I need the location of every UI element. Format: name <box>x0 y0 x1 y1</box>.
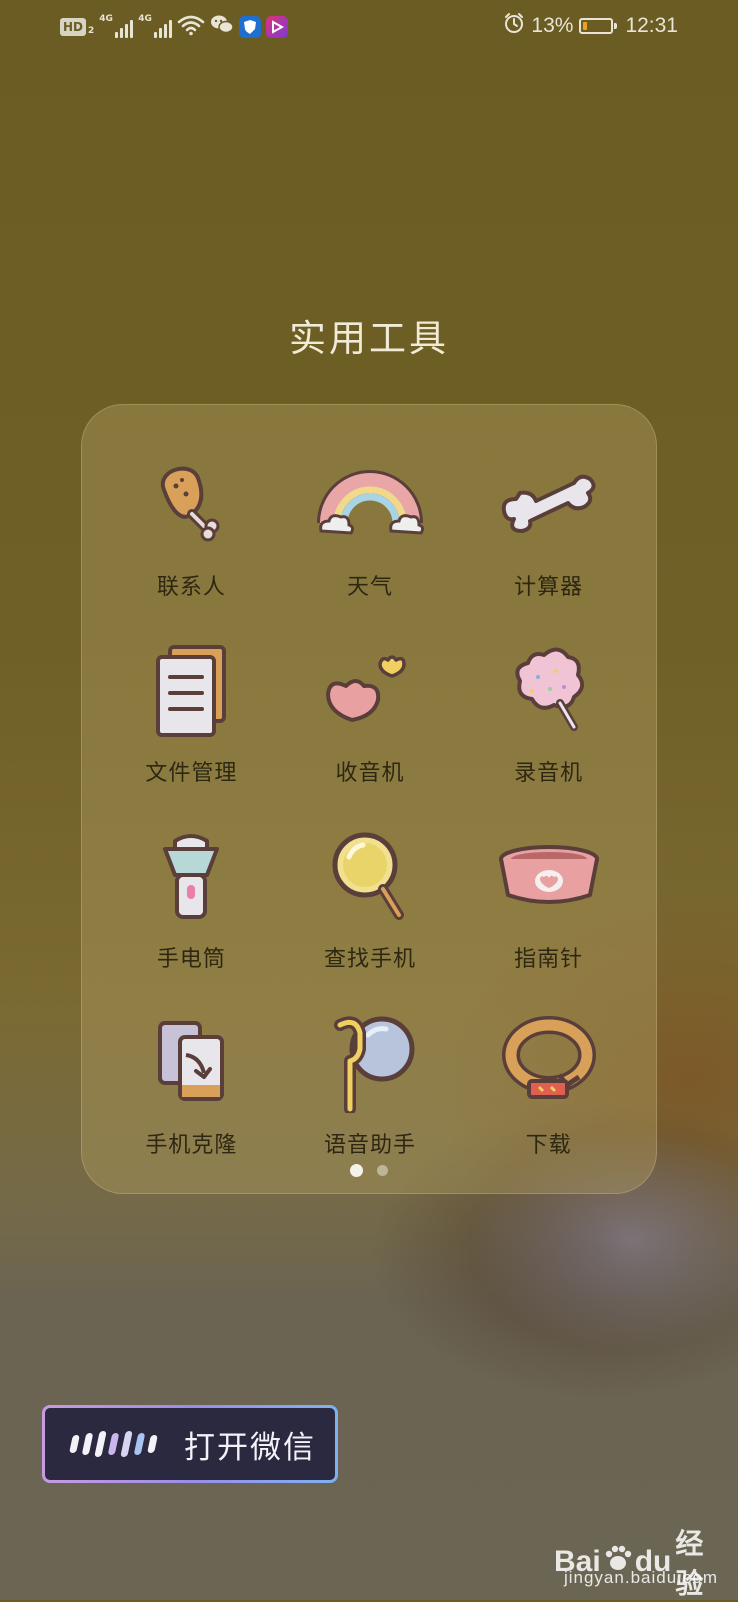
status-bar: HD 2 4G 4G 13% 12:31 <box>0 0 738 56</box>
cotton-candy-icon <box>494 641 604 741</box>
notepad-icon <box>136 641 246 741</box>
page-indicator <box>82 1164 656 1177</box>
voice-wave-icon <box>69 1431 158 1457</box>
hd-label: HD <box>60 18 87 36</box>
video-app-icon <box>266 16 289 38</box>
watermark-brand-cn: 经验 <box>675 1527 704 1600</box>
app-grid: 联系人 天气 计算器 文件管理 收音机 录音机 手电筒 查找手机 指南针 手机克… <box>102 455 638 1199</box>
app-label: 下载 <box>525 1133 572 1158</box>
voice-wave-bar <box>69 1435 80 1453</box>
magnifier-icon <box>315 827 425 927</box>
battery-icon <box>579 18 618 34</box>
app-label: 查找手机 <box>323 947 416 972</box>
baidu-jingyan-watermark: Bai du 经验 jingyan.baidu.com <box>554 1522 724 1600</box>
app-label: 计算器 <box>514 575 584 600</box>
alarm-icon <box>503 12 525 40</box>
clock: 12:31 <box>625 14 678 37</box>
voice-wave-bar <box>94 1431 107 1457</box>
hd-icon: HD 2 <box>60 18 94 36</box>
app-label: 手机克隆 <box>145 1133 238 1158</box>
app-file-manager[interactable]: 文件管理 <box>102 641 281 827</box>
page-dot[interactable] <box>377 1165 388 1176</box>
hd-sub-label: 2 <box>88 26 95 36</box>
app-label: 联系人 <box>156 575 226 600</box>
pet-collar-icon <box>494 1013 604 1113</box>
voice-wave-bar <box>120 1431 133 1457</box>
bone-icon <box>494 455 604 555</box>
wechat-icon <box>210 14 235 40</box>
app-find-phone[interactable]: 查找手机 <box>281 827 460 1013</box>
app-label: 文件管理 <box>145 761 238 786</box>
balloon-icon <box>315 1013 425 1113</box>
wifi-icon <box>177 14 205 40</box>
app-recorder[interactable]: 录音机 <box>459 641 638 827</box>
status-bar-right: 13% 12:31 <box>503 12 678 40</box>
app-weather[interactable]: 天气 <box>281 455 460 641</box>
status-bar-left: HD 2 4G 4G <box>60 14 289 40</box>
network-type-label: 4G <box>138 14 152 24</box>
phone-clone-icon <box>136 1013 246 1113</box>
voice-wave-bar <box>81 1433 94 1455</box>
app-label: 录音机 <box>514 761 584 786</box>
app-label: 收音机 <box>335 761 405 786</box>
pet-bowl-icon <box>494 827 604 927</box>
shield-app-icon <box>239 16 262 38</box>
voice-command-text: 打开微信 <box>184 1429 316 1466</box>
rainbow-icon <box>315 455 425 555</box>
app-radio[interactable]: 收音机 <box>281 641 460 827</box>
app-label: 手电筒 <box>156 947 226 972</box>
app-calculator[interactable]: 计算器 <box>459 455 638 641</box>
watermark-url: jingyan.baidu.com <box>563 1568 718 1587</box>
voice-assistant-toast[interactable]: 打开微信 <box>42 1405 338 1483</box>
voice-wave-bar <box>133 1433 146 1455</box>
app-compass[interactable]: 指南针 <box>459 827 638 1013</box>
folder-title[interactable]: 实用工具 <box>0 308 738 362</box>
folder-panel: 联系人 天气 计算器 文件管理 收音机 录音机 手电筒 查找手机 指南针 手机克… <box>81 404 657 1194</box>
drumstick-icon <box>136 455 246 555</box>
signal-icon: 4G <box>138 14 173 40</box>
flashlight-icon <box>136 827 246 927</box>
app-label: 语音助手 <box>323 1133 416 1158</box>
battery-percent: 13% <box>531 14 574 37</box>
app-label: 天气 <box>346 575 393 600</box>
app-flashlight[interactable]: 手电筒 <box>102 827 281 1013</box>
app-label: 指南针 <box>514 947 584 972</box>
watermark-logo: Bai du 经验 <box>554 1522 724 1602</box>
app-contacts[interactable]: 联系人 <box>102 455 281 641</box>
voice-wave-bar <box>107 1433 120 1455</box>
hearts-icon <box>315 641 425 741</box>
network-type-label: 4G <box>99 14 113 24</box>
voice-wave-bar <box>147 1435 158 1453</box>
signal-icon: 4G <box>99 14 134 40</box>
page-dot-active[interactable] <box>350 1164 363 1177</box>
